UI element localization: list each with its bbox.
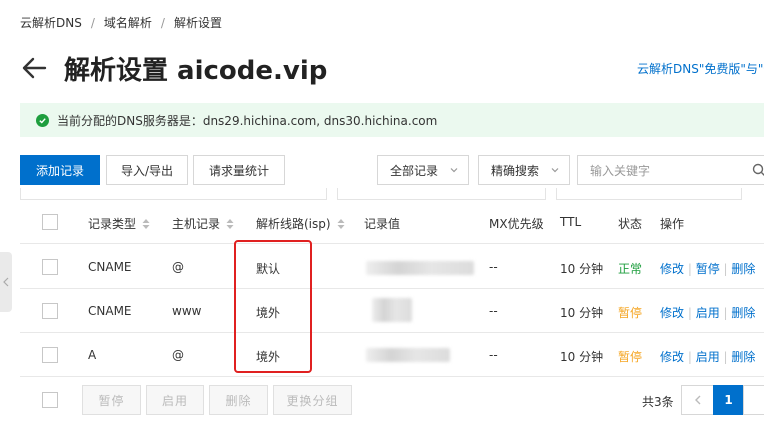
chevron-down-icon bbox=[450, 168, 458, 173]
cell-record-type: CNAME bbox=[88, 304, 132, 318]
header-record-type[interactable]: 记录类型 bbox=[88, 215, 150, 232]
cell-ttl: 10 分钟 bbox=[560, 306, 604, 320]
search-icon[interactable] bbox=[752, 163, 764, 177]
add-record-button[interactable]: 添加记录 bbox=[20, 155, 100, 185]
cell-host: @ bbox=[172, 348, 184, 362]
chevron-down-icon bbox=[551, 168, 559, 173]
header-host[interactable]: 主机记录 bbox=[172, 215, 234, 232]
back-arrow-icon[interactable] bbox=[20, 54, 48, 82]
cell-mx: -- bbox=[489, 260, 498, 274]
breadcrumb-item-dns[interactable]: 云解析DNS bbox=[20, 14, 82, 31]
pause-link[interactable]: 暂停 bbox=[696, 262, 720, 276]
footer-select-all-checkbox[interactable] bbox=[42, 392, 58, 408]
notice-text: 当前分配的DNS服务器是：dns29.hichina.com, dns30.hi… bbox=[57, 113, 438, 128]
dropdown-ghost bbox=[337, 188, 546, 200]
batch-enable-button[interactable]: 启用 bbox=[146, 385, 204, 415]
check-circle-icon bbox=[36, 113, 49, 127]
delete-link[interactable]: 删除 bbox=[731, 350, 755, 364]
page-button-current[interactable]: 1 bbox=[713, 385, 744, 415]
status-badge: 暂停 bbox=[618, 350, 643, 364]
batch-pause-button[interactable]: 暂停 bbox=[82, 385, 141, 415]
delete-link[interactable]: 删除 bbox=[731, 306, 755, 320]
header-label: 记录类型 bbox=[88, 217, 137, 231]
row-actions: 修改 | 启用 | 删除 bbox=[660, 306, 756, 320]
cell-host: www bbox=[172, 304, 202, 318]
chevron-left-icon bbox=[694, 395, 700, 405]
header-mx: MX优先级 bbox=[489, 217, 544, 231]
batch-delete-button[interactable]: 删除 bbox=[209, 385, 268, 415]
breadcrumb-separator: / bbox=[90, 15, 95, 30]
breadcrumb-item-domain[interactable]: 域名解析 bbox=[104, 14, 152, 31]
select-all-checkbox[interactable] bbox=[42, 214, 58, 230]
redacted-value bbox=[366, 348, 450, 362]
header-value: 记录值 bbox=[364, 217, 401, 231]
row-checkbox[interactable] bbox=[42, 259, 58, 275]
highlight-box bbox=[234, 240, 312, 373]
page-title: 解析设置 aicode.vip bbox=[64, 56, 328, 86]
redacted-value bbox=[372, 298, 412, 322]
status-badge: 正常 bbox=[618, 262, 643, 276]
header-label: 主机记录 bbox=[172, 217, 221, 231]
sort-icon[interactable] bbox=[226, 218, 234, 229]
dropdown-ghost bbox=[556, 188, 742, 200]
dropdown-ghost bbox=[20, 188, 327, 200]
sort-icon[interactable] bbox=[337, 218, 345, 229]
next-page-button[interactable] bbox=[743, 385, 764, 415]
breadcrumb-separator: / bbox=[160, 15, 165, 30]
search-placeholder: 输入关键字 bbox=[590, 163, 651, 178]
cell-record-type: A bbox=[88, 348, 97, 362]
row-divider bbox=[20, 376, 764, 377]
request-stats-button[interactable]: 请求量统计 bbox=[193, 155, 285, 185]
breadcrumb: 云解析DNS / 域名解析 / 解析设置 bbox=[20, 14, 222, 31]
edit-link[interactable]: 修改 bbox=[660, 306, 684, 320]
delete-link[interactable]: 删除 bbox=[731, 262, 755, 276]
search-input[interactable]: 输入关键字 bbox=[577, 155, 764, 185]
row-divider bbox=[20, 332, 764, 333]
header-actions: 操作 bbox=[660, 217, 685, 231]
cell-mx: -- bbox=[489, 304, 498, 318]
change-group-button[interactable]: 更换分组 bbox=[273, 385, 352, 415]
header-ttl: TTL bbox=[560, 215, 582, 229]
cell-ttl: 10 分钟 bbox=[560, 350, 604, 364]
import-export-button[interactable]: 导入/导出 bbox=[106, 155, 188, 185]
dns-server-notice: 当前分配的DNS服务器是：dns29.hichina.com, dns30.hi… bbox=[20, 103, 764, 137]
status-badge: 暂停 bbox=[618, 306, 643, 320]
edit-link[interactable]: 修改 bbox=[660, 350, 684, 364]
chevron-left-icon bbox=[3, 277, 9, 287]
cell-record-type: CNAME bbox=[88, 260, 132, 274]
breadcrumb-item-current: 解析设置 bbox=[173, 16, 222, 30]
edit-link[interactable]: 修改 bbox=[660, 262, 684, 276]
total-count: 共3条 bbox=[642, 395, 674, 409]
sidebar-toggle[interactable] bbox=[0, 252, 12, 312]
prev-page-button[interactable] bbox=[681, 385, 714, 415]
row-actions: 修改 | 启用 | 删除 bbox=[660, 350, 756, 364]
cell-host: @ bbox=[172, 260, 184, 274]
cell-ttl: 10 分钟 bbox=[560, 262, 604, 276]
row-checkbox[interactable] bbox=[42, 303, 58, 319]
enable-link[interactable]: 启用 bbox=[696, 306, 720, 320]
cell-mx: -- bbox=[489, 348, 498, 362]
row-actions: 修改 | 暂停 | 删除 bbox=[660, 262, 756, 276]
sort-icon[interactable] bbox=[142, 218, 150, 229]
header-label: 解析线路(isp) bbox=[256, 217, 331, 231]
record-filter-value: 全部记录 bbox=[390, 163, 439, 178]
header-status: 状态 bbox=[618, 217, 643, 231]
search-mode-select[interactable]: 精确搜索 bbox=[478, 155, 570, 185]
row-divider bbox=[20, 288, 764, 289]
row-checkbox[interactable] bbox=[42, 347, 58, 363]
promo-link[interactable]: 云解析DNS"免费版"与"付 bbox=[637, 60, 764, 77]
record-filter-select[interactable]: 全部记录 bbox=[377, 155, 469, 185]
enable-link[interactable]: 启用 bbox=[696, 350, 720, 364]
header-line[interactable]: 解析线路(isp) bbox=[256, 215, 345, 232]
redacted-value bbox=[366, 261, 474, 275]
search-mode-value: 精确搜索 bbox=[491, 163, 540, 178]
